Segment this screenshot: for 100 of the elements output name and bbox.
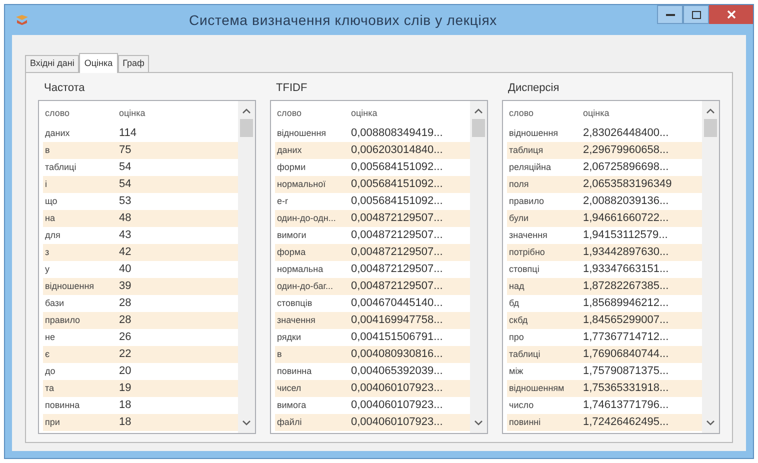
column-header[interactable]: оцінка xyxy=(581,107,702,121)
scroll-thumb[interactable] xyxy=(472,119,485,137)
table-cell-text: 48 xyxy=(118,211,132,226)
table-cell-text: чисел xyxy=(276,382,302,395)
table-cell-text: при xyxy=(44,416,61,429)
table-cell-text: 0,008808349419... xyxy=(350,126,444,142)
table-cell-text: 0,004872129507... xyxy=(350,279,444,294)
column-header[interactable]: слово xyxy=(43,107,117,121)
scroll-up-icon[interactable] xyxy=(706,108,715,114)
table-cell-text: відношення xyxy=(276,126,328,140)
table-cell-text: файлі xyxy=(276,416,303,429)
column-header[interactable]: слово xyxy=(507,107,581,121)
tab[interactable]: Граф xyxy=(118,55,150,72)
table-cell-text: 40 xyxy=(118,262,132,278)
table-cell-text: 28 xyxy=(118,296,132,312)
table-cell-text: над xyxy=(508,280,526,293)
table-cell-text: число xyxy=(508,398,535,412)
table-cell-text: вимоги xyxy=(276,228,308,242)
table-cell-text: що xyxy=(44,194,58,208)
table-cell-text: до xyxy=(44,364,56,378)
maximize-button[interactable] xyxy=(683,5,709,24)
app-icon xyxy=(15,14,29,26)
table-cell-text: між xyxy=(508,364,524,378)
table-cell-text: 1,93347663151... xyxy=(582,262,670,278)
table-cell-text: 75 xyxy=(118,143,132,158)
table-cell-text: рядки xyxy=(276,330,302,344)
table-cell-text: один-до-баг... xyxy=(276,280,334,293)
table-cell-text: про xyxy=(508,330,525,344)
column-header[interactable]: слово xyxy=(275,107,349,121)
table-cell-text: 1,72426462495... xyxy=(582,415,670,430)
table-cell-text: вимога xyxy=(276,398,308,412)
table-cell-text: потрібно xyxy=(508,246,546,259)
scroll-thumb[interactable] xyxy=(704,119,717,137)
minimize-button[interactable] xyxy=(657,5,683,24)
table-cell-text: 39 xyxy=(118,279,132,294)
table-cell-text: 42 xyxy=(118,245,132,260)
table-cell-text: бд xyxy=(508,296,520,310)
table-cell-text: 0,004169947758... xyxy=(350,313,444,328)
table-cell-text: нормальної xyxy=(276,178,327,191)
table-cell-text: 2,00882039136... xyxy=(582,194,670,210)
tab[interactable]: Вхідні дані xyxy=(25,55,80,72)
table-cell-text: 1,93442897630... xyxy=(582,245,670,260)
scroll-up-icon[interactable] xyxy=(474,108,483,114)
table-cell-text: в xyxy=(276,348,283,361)
table-cell-text: 2,83026448400... xyxy=(582,126,670,142)
table-cell-text: повинна xyxy=(44,398,81,412)
table-cell-text: значення xyxy=(508,228,548,242)
table-cell-text: 1,75365331918... xyxy=(582,381,670,396)
table-cell-text: 1,87282267385... xyxy=(582,279,670,294)
scroll-down-icon[interactable] xyxy=(242,420,251,426)
scroll-up-icon[interactable] xyxy=(242,108,251,114)
column-header[interactable]: оцінка xyxy=(349,107,470,121)
scroll-thumb[interactable] xyxy=(240,119,253,137)
table-cell-text: 114 xyxy=(118,126,138,142)
table-cell-text: стовпці xyxy=(508,262,540,276)
table-cell-text: 19 xyxy=(118,381,132,396)
table-cell-text: на xyxy=(44,212,56,225)
table-cell-text: повинні xyxy=(508,416,542,429)
scrollbar[interactable] xyxy=(702,101,719,433)
table-cell-text: для xyxy=(44,228,62,242)
table-cell-text: та xyxy=(44,382,56,395)
table-cell-text: 53 xyxy=(118,194,132,210)
table-cell-text: 0,004151506791... xyxy=(350,330,444,346)
scroll-down-icon[interactable] xyxy=(474,420,483,426)
table-cell-text: 1,94661660722... xyxy=(582,211,670,226)
table-cell-text: 54 xyxy=(118,177,132,192)
maximize-icon xyxy=(692,10,700,18)
table-cell-text: 1,77367714712... xyxy=(582,330,670,346)
table-cell-text: 0,004060107923... xyxy=(350,415,444,430)
scrollbar[interactable] xyxy=(238,101,255,433)
table-cell-text: 18 xyxy=(118,415,132,430)
table-cell-text: 1,75790871375... xyxy=(582,364,670,380)
column-header[interactable]: оцінка xyxy=(117,107,238,121)
scrollbar[interactable] xyxy=(470,101,487,433)
table-cell-text: один-до-одн... xyxy=(276,212,337,225)
table-cell-text: були xyxy=(508,212,530,225)
table-cell-text: 0,004872129507... xyxy=(350,211,444,226)
table-cell-text: 0,005684151092... xyxy=(350,177,444,192)
table-cell-text: 1,74613771796... xyxy=(582,398,670,414)
table-cell-text: даних xyxy=(44,126,71,140)
table-cell-text: нормальна xyxy=(276,262,324,276)
table-cell-text: 0,005684151092... xyxy=(350,194,444,210)
table-cell-text: 26 xyxy=(118,330,132,346)
close-button[interactable] xyxy=(709,5,753,24)
table-cell-text: стовпців xyxy=(276,296,314,310)
table-cell-text: 0,004065392039... xyxy=(350,364,444,380)
minimize-icon xyxy=(666,13,674,16)
table-cell-text: форма xyxy=(276,246,307,259)
group-label: Частота xyxy=(44,83,86,94)
table-cell-text: 0,004080930816... xyxy=(350,347,444,362)
table-cell-text: 0,004872129507... xyxy=(350,262,444,278)
table-cell-text: форми xyxy=(276,160,307,174)
table-cell-text: 0,004872129507... xyxy=(350,228,444,244)
table-cell-text: 2,06725896698... xyxy=(582,160,670,176)
table-cell-text: таблиці xyxy=(508,348,542,361)
table-cell-text: 22 xyxy=(118,347,132,362)
table-cell-text: в xyxy=(44,144,51,157)
table-cell-text: є xyxy=(44,348,51,361)
tab[interactable]: Оцінка xyxy=(79,53,118,73)
scroll-down-icon[interactable] xyxy=(706,420,715,426)
